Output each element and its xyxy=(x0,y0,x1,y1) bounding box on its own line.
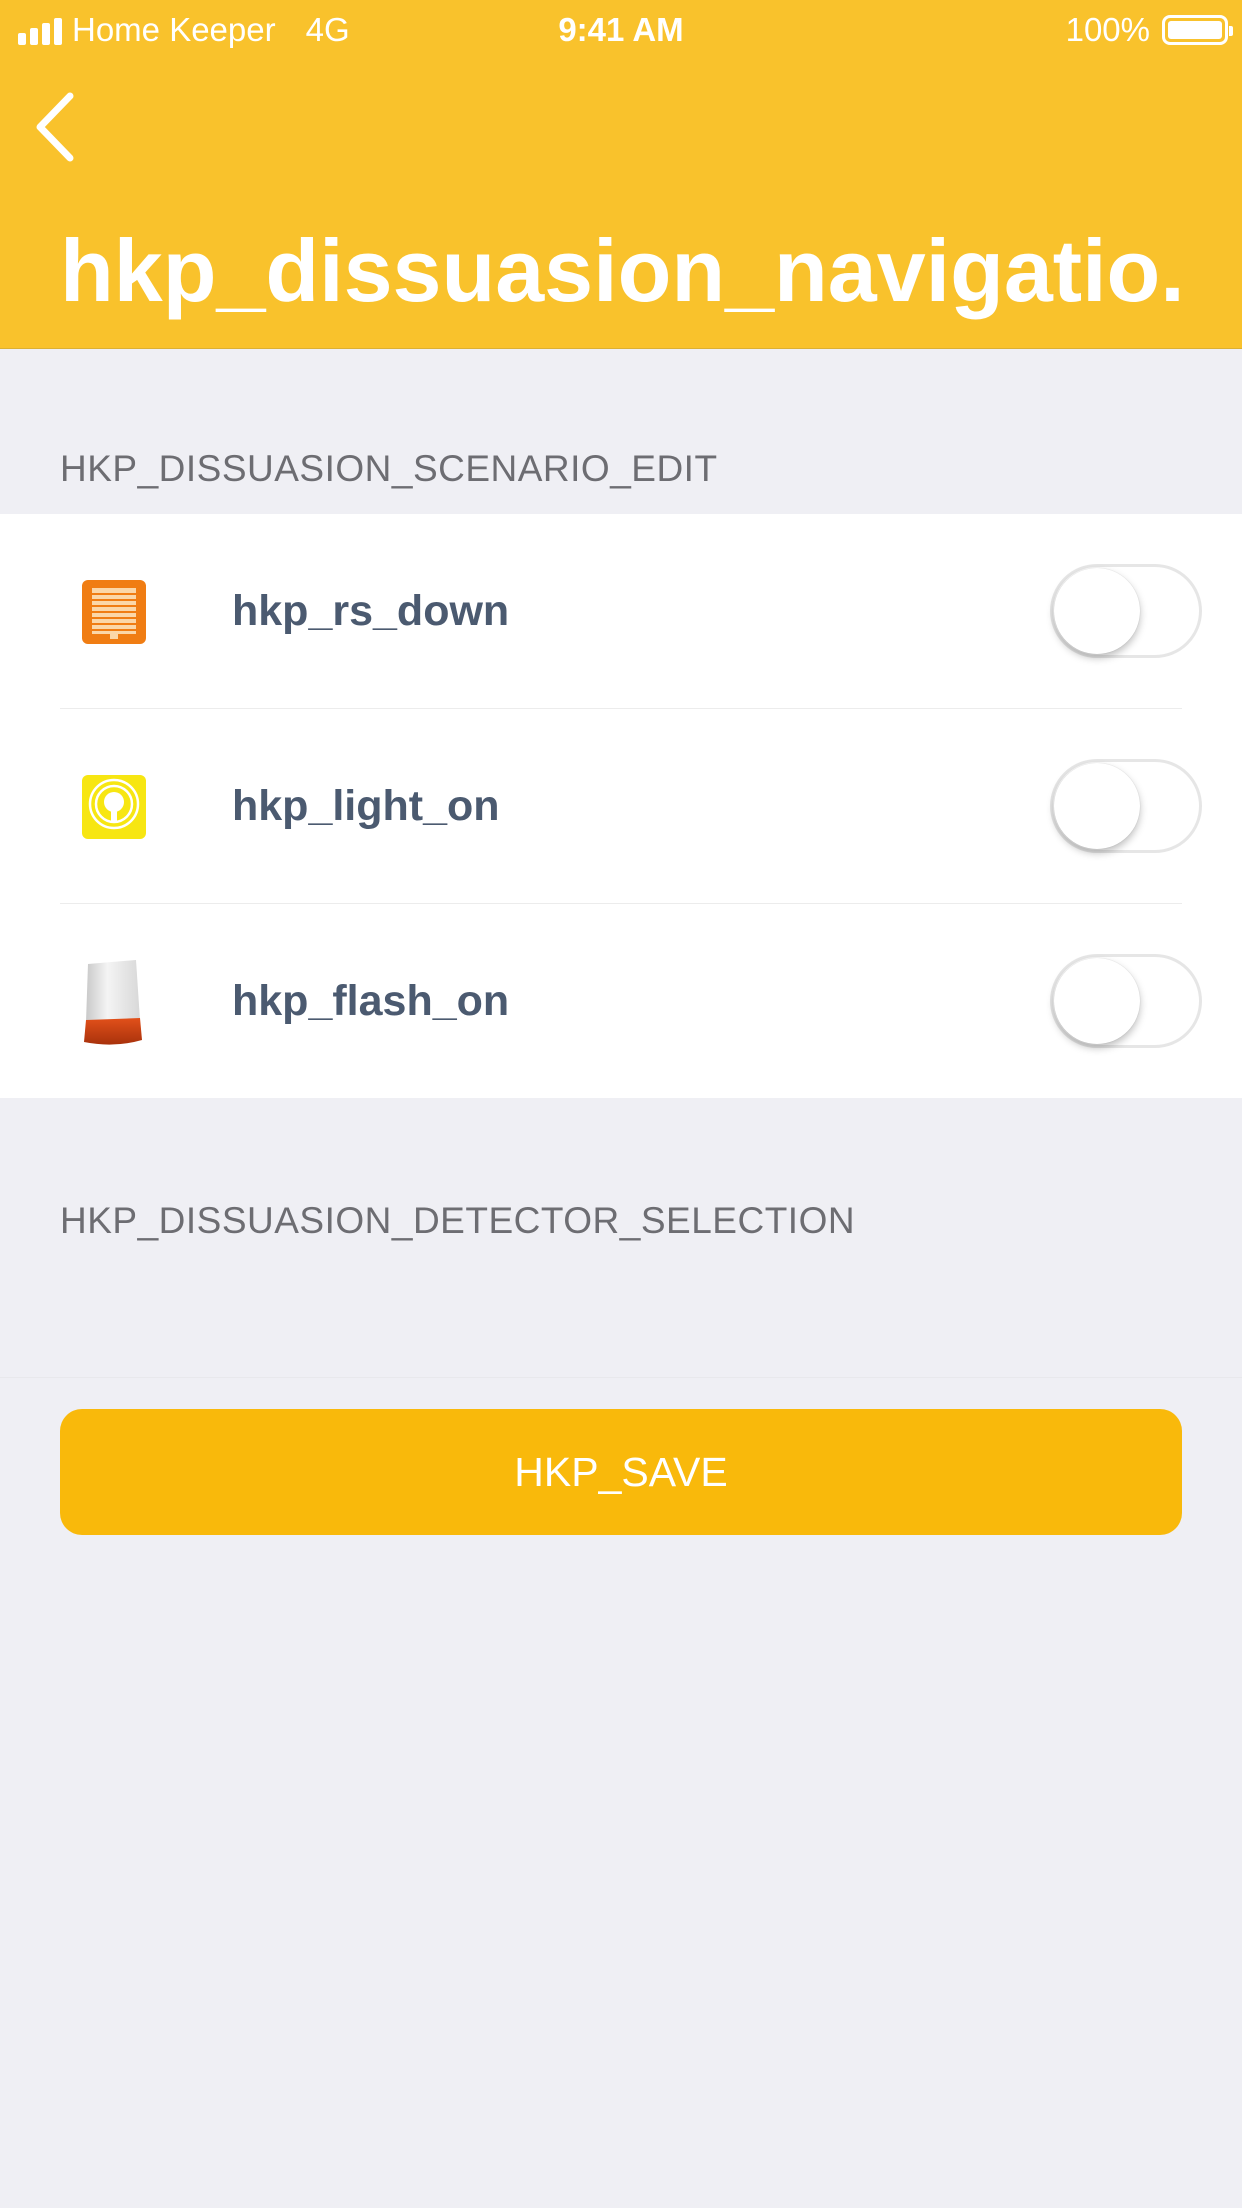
section-divider xyxy=(0,1377,1242,1378)
item-label: hkp_light_on xyxy=(232,782,500,830)
item-label: hkp_flash_on xyxy=(232,977,510,1025)
list-item-flash-on: hkp_flash_on xyxy=(0,904,1242,1099)
status-bar: Home Keeper 4G 9:41 AM 100% xyxy=(0,0,1242,62)
scenario-list: hkp_rs_down hkp_light_on hkp_flash_on xyxy=(0,514,1242,1098)
flash-on-toggle[interactable] xyxy=(1050,954,1202,1048)
chevron-left-icon xyxy=(36,92,74,162)
battery-percent: 100% xyxy=(1065,11,1150,48)
page-title: hkp_dissuasion_navigatio... xyxy=(60,221,1180,320)
toggle-knob xyxy=(1054,568,1140,654)
light-on-toggle[interactable] xyxy=(1050,759,1202,853)
status-time: 9:41 AM xyxy=(558,11,684,48)
battery-icon xyxy=(1162,15,1233,45)
save-button[interactable]: HKP_SAVE xyxy=(60,1409,1182,1535)
item-label: hkp_rs_down xyxy=(232,587,510,635)
list-item-rs-down: hkp_rs_down xyxy=(0,514,1242,709)
light-bulb-icon xyxy=(78,771,150,843)
back-button[interactable] xyxy=(28,90,88,164)
toggle-knob xyxy=(1054,763,1140,849)
scenario-section-header: HKP_DISSUASION_SCENARIO_EDIT xyxy=(60,448,718,489)
list-item-light-on: hkp_light_on xyxy=(0,709,1242,904)
siren-icon xyxy=(78,956,150,1048)
detector-section-header: HKP_DISSUASION_DETECTOR_SELECTION xyxy=(60,1200,856,1241)
navigation-header: Home Keeper 4G 9:41 AM 100% hkp_dissuasi… xyxy=(0,0,1242,349)
roller-shutter-icon xyxy=(78,576,150,648)
status-right: 100% xyxy=(1065,11,1233,49)
toggle-knob xyxy=(1054,958,1140,1044)
rs-down-toggle[interactable] xyxy=(1050,564,1202,658)
